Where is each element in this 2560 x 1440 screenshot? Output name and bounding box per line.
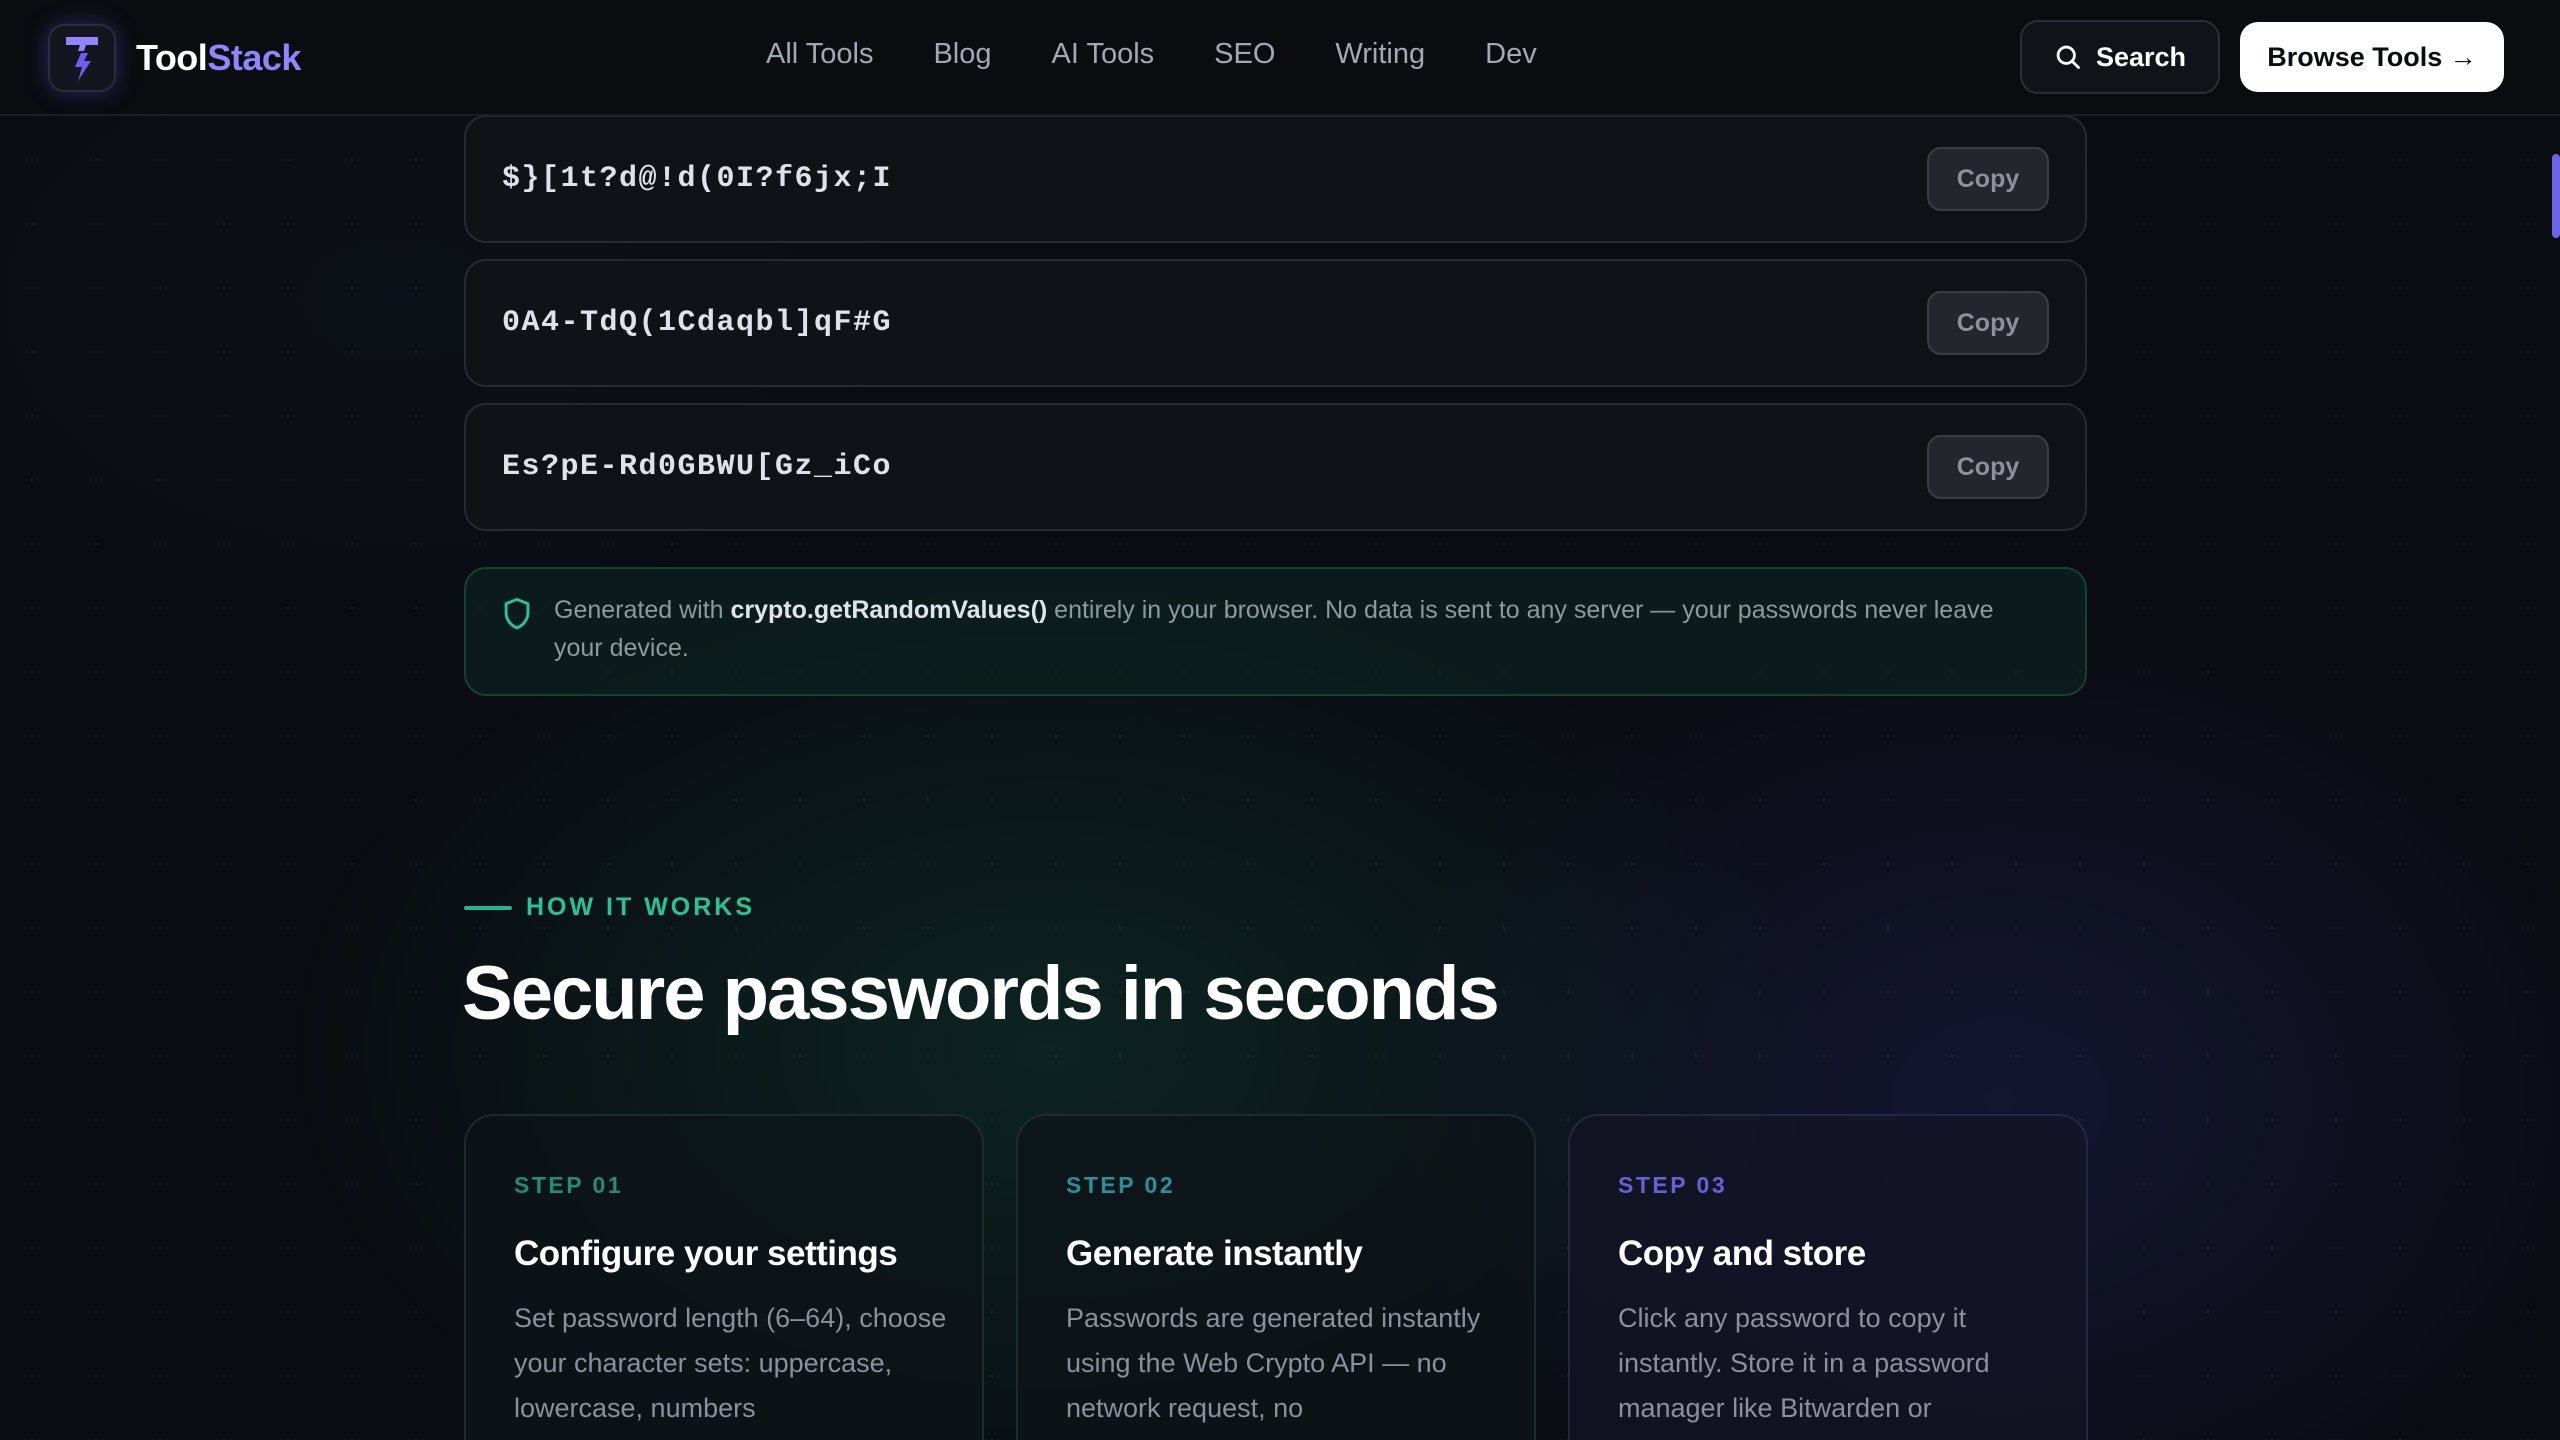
eyebrow-line [464, 905, 512, 910]
shield-icon [504, 597, 530, 630]
nav-item-seo[interactable]: SEO [1214, 38, 1275, 71]
step-title: Configure your settings [514, 1234, 898, 1273]
copy-button[interactable]: Copy [1927, 435, 2049, 499]
main-nav: All Tools Blog AI Tools SEO Writing Dev [766, 38, 1597, 71]
search-icon [2056, 45, 2080, 69]
browse-tools-button[interactable]: Browse Tools → [2240, 22, 2504, 92]
nav-item-writing[interactable]: Writing [1335, 38, 1425, 71]
section-eyebrow: HOW IT WORKS [464, 893, 755, 922]
password-row: Es?pE-Rd0GBWU[Gz_iCo Copy [464, 403, 2087, 531]
password-value: Es?pE-Rd0GBWU[Gz_iCo [502, 450, 893, 484]
brand-name: ToolStack [136, 37, 301, 78]
nav-item-ai-tools[interactable]: AI Tools [1052, 38, 1155, 71]
password-value: 0A4-TdQ(1Cdaqbl]qF#G [502, 306, 893, 340]
step-card: STEP 02 Generate instantly Passwords are… [1016, 1114, 1536, 1440]
nav-item-all-tools[interactable]: All Tools [766, 38, 873, 71]
step-title: Generate instantly [1066, 1234, 1363, 1273]
step-title: Copy and store [1618, 1234, 1866, 1273]
notice-text: Generated with crypto.getRandomValues() … [554, 596, 1994, 662]
copy-button[interactable]: Copy [1927, 291, 2049, 355]
eyebrow-label: HOW IT WORKS [526, 893, 756, 921]
scrollbar-thumb[interactable] [2552, 154, 2560, 238]
step-description: Passwords are generated instantly using … [1066, 1303, 1481, 1423]
password-row: $}[1t?d@!d(0I?f6jx;I Copy [464, 115, 2087, 243]
password-row: 0A4-TdQ(1Cdaqbl]qF#G Copy [464, 259, 2087, 387]
step-card: STEP 03 Copy and store Click any passwor… [1568, 1114, 2088, 1440]
brand-logo[interactable]: ToolStack [48, 24, 301, 92]
section-title: Secure passwords in seconds [462, 951, 1500, 1036]
step-number: STEP 02 [1066, 1172, 1176, 1198]
crypto-api-name: crypto.getRandomValues() [730, 596, 1048, 624]
copy-button[interactable]: Copy [1927, 147, 2049, 211]
search-button-label: Search [2095, 41, 2187, 72]
step-card: STEP 01 Configure your settings Set pass… [464, 1114, 984, 1440]
nav-item-dev[interactable]: Dev [1485, 38, 1537, 71]
password-value: $}[1t?d@!d(0I?f6jx;I [502, 162, 893, 196]
nav-item-blog[interactable]: Blog [933, 38, 991, 71]
top-navbar: ToolStack All Tools Blog AI Tools SEO Wr… [0, 0, 2560, 116]
step-number: STEP 01 [514, 1172, 624, 1198]
security-notice: Generated with crypto.getRandomValues() … [464, 567, 2087, 696]
step-number: STEP 03 [1618, 1172, 1728, 1198]
step-description: Set password length (6–64), choose your … [514, 1303, 947, 1423]
step-description: Click any password to copy it instantly.… [1618, 1303, 1990, 1423]
lightning-t-icon [48, 24, 116, 92]
search-button[interactable]: Search [2020, 20, 2220, 94]
